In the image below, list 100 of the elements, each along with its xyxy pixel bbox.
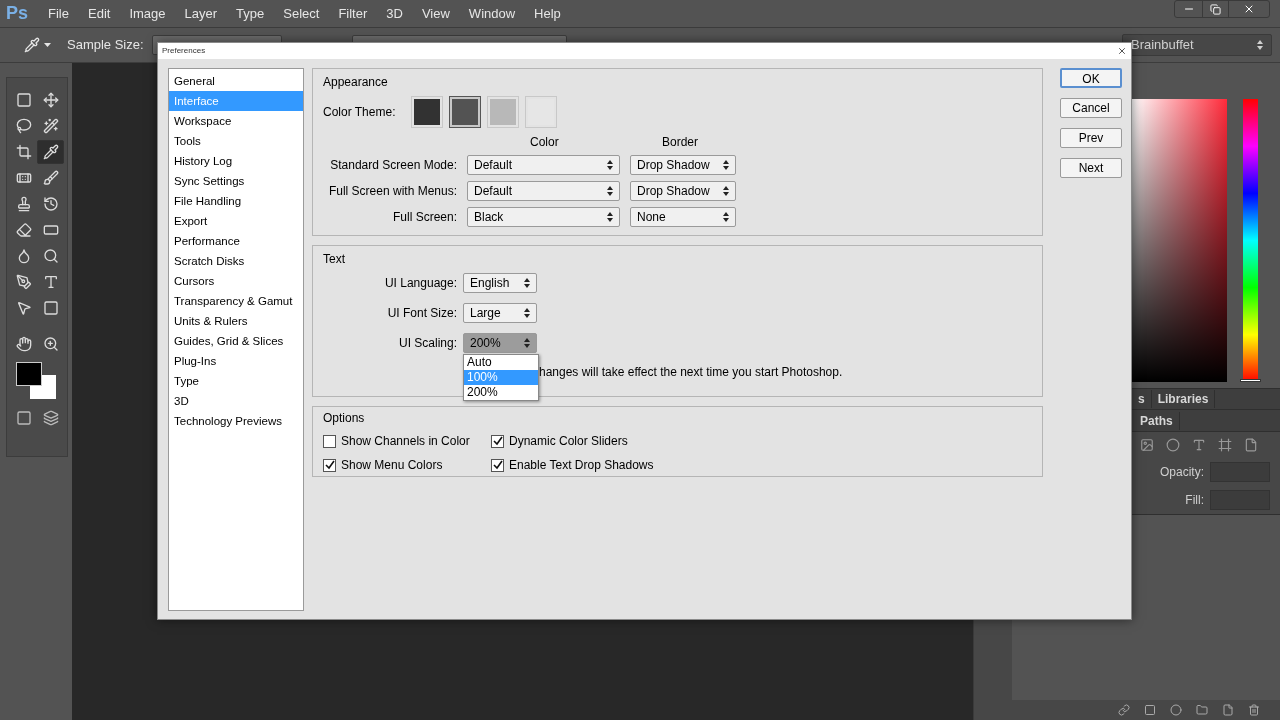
category-item[interactable]: Workspace <box>169 111 303 131</box>
updown-icon <box>524 278 530 288</box>
dropdown[interactable]: None <box>630 207 736 227</box>
dropdown[interactable]: 200% <box>463 333 537 353</box>
category-item[interactable]: Tools <box>169 131 303 151</box>
eyedropper-icon[interactable] <box>24 37 40 53</box>
updown-icon <box>723 212 729 222</box>
dialog-button[interactable]: Cancel <box>1060 98 1122 118</box>
panel-tab[interactable]: Paths <box>1134 411 1180 430</box>
trash-icon[interactable] <box>1248 704 1260 716</box>
link-icon[interactable] <box>1118 704 1130 716</box>
menu-item[interactable]: Select <box>283 3 320 24</box>
new-layer-icon[interactable] <box>1222 704 1234 716</box>
checkbox[interactable] <box>323 434 336 448</box>
category-item[interactable]: Scratch Disks <box>169 251 303 271</box>
type-icon[interactable] <box>1192 438 1206 452</box>
updown-icon <box>607 212 613 222</box>
checkbox-label: Show Channels in Color <box>341 433 470 450</box>
column-header: Border <box>662 134 699 151</box>
theme-swatch[interactable] <box>449 96 482 128</box>
menu-item[interactable]: Image <box>129 3 166 24</box>
dropdown[interactable]: English <box>463 273 537 293</box>
section-title: Appearance <box>323 74 389 91</box>
field-label: Standard Screen Mode: <box>329 157 457 174</box>
restore-icon[interactable] <box>1202 1 1229 17</box>
eyedropper-icon[interactable] <box>37 140 64 164</box>
field-label: Fill: <box>1185 492 1204 509</box>
dropdown-option[interactable]: 200% <box>464 385 538 400</box>
section-title: Options <box>323 410 366 427</box>
menu-item[interactable]: Edit <box>88 3 111 24</box>
workspace-dropdown[interactable]: Brainbuffet <box>1122 34 1272 56</box>
transform-icon[interactable] <box>1218 438 1232 452</box>
category-item[interactable]: Transparency & Gamut <box>169 291 303 311</box>
dialog-button[interactable]: Prev <box>1060 128 1122 148</box>
category-item[interactable]: 3D <box>169 391 303 411</box>
checkbox-label: Show Menu Colors <box>341 457 443 474</box>
menu-item[interactable]: View <box>421 3 450 24</box>
dialog-button[interactable]: OK <box>1060 68 1122 88</box>
field-label: Full Screen with Menus: <box>327 183 457 200</box>
dialog-button[interactable]: Next <box>1060 158 1122 178</box>
section-title: Text <box>323 251 346 268</box>
checkbox-label: Dynamic Color Sliders <box>509 433 628 450</box>
category-item[interactable]: Export <box>169 211 303 231</box>
category-item[interactable]: Technology Previews <box>169 411 303 431</box>
category-item[interactable]: Performance <box>169 231 303 251</box>
dropdown[interactable]: Default <box>467 181 620 201</box>
field-label: UI Scaling: <box>397 335 457 352</box>
menu-item[interactable]: Type <box>236 3 265 24</box>
field-label: UI Language: <box>383 275 457 292</box>
hue-slider-thumb[interactable] <box>1240 379 1261 382</box>
field-label: UI Font Size: <box>386 305 457 322</box>
checkbox[interactable] <box>491 458 504 472</box>
updown-icon <box>524 338 530 348</box>
menu-item[interactable]: Layer <box>184 3 218 24</box>
circle-icon[interactable] <box>1166 438 1180 452</box>
menu-item[interactable]: Filter <box>338 3 368 24</box>
category-item[interactable]: Sync Settings <box>169 171 303 191</box>
dropdown-option[interactable]: Auto <box>464 355 538 370</box>
menu-item[interactable]: Window <box>468 3 516 24</box>
info-text: hanges will take effect the next time you start Photoshop. <box>539 364 844 381</box>
close-icon[interactable] <box>1117 46 1127 56</box>
field-label: Full Screen: <box>391 209 457 226</box>
dropdown[interactable]: Drop Shadow <box>630 155 736 175</box>
file-icon[interactable] <box>1244 438 1258 452</box>
category-item[interactable]: File Handling <box>169 191 303 211</box>
menu-item[interactable]: Help <box>534 3 561 24</box>
folder-icon[interactable] <box>1196 704 1208 716</box>
field-label: Sample Size: <box>67 36 144 55</box>
image-icon[interactable] <box>1140 438 1154 452</box>
dialog-title: Preferences <box>162 45 206 57</box>
category-item[interactable]: Cursors <box>169 271 303 291</box>
checkbox[interactable] <box>323 458 336 472</box>
dropdown[interactable]: Drop Shadow <box>630 181 736 201</box>
panel-tab[interactable]: Libraries <box>1151 390 1216 408</box>
category-item[interactable]: Plug-Ins <box>169 351 303 371</box>
field-label: Color Theme: <box>323 104 396 121</box>
checkbox-label: Enable Text Drop Shadows <box>509 457 654 474</box>
category-item[interactable]: Type <box>169 371 303 391</box>
quick-mask-icon[interactable] <box>15 410 32 426</box>
column-header: Color <box>530 134 560 151</box>
dropdown[interactable]: Default <box>467 155 620 175</box>
updown-icon <box>723 160 729 170</box>
dropdown[interactable]: Black <box>467 207 620 227</box>
color-swatches-icon[interactable] <box>16 362 58 400</box>
caret-icon[interactable] <box>44 43 51 47</box>
circle-icon[interactable] <box>1170 704 1182 716</box>
updown-icon <box>607 186 613 196</box>
field-label: Opacity: <box>1160 464 1204 481</box>
category-item[interactable]: Guides, Grid & Slices <box>169 331 303 351</box>
dropdown[interactable]: Large <box>463 303 537 323</box>
category-item[interactable]: Units & Rulers <box>169 311 303 331</box>
menu-item[interactable]: 3D <box>386 3 403 24</box>
category-item[interactable]: General <box>169 71 303 91</box>
color-field[interactable] <box>1132 99 1227 382</box>
category-item[interactable]: History Log <box>169 151 303 171</box>
screen-mode-icon[interactable] <box>42 410 59 426</box>
app-logo: Ps <box>6 2 29 25</box>
mask-icon[interactable] <box>1144 704 1156 716</box>
checkbox[interactable] <box>491 434 504 448</box>
menu-item[interactable]: File <box>48 3 69 24</box>
